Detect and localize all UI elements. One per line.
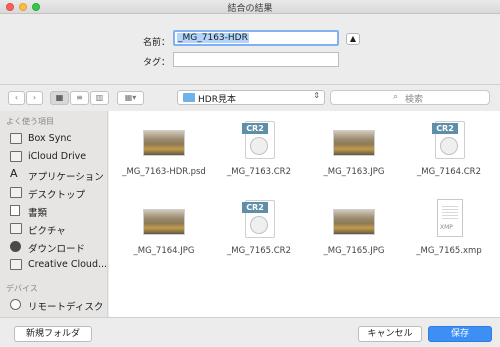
sidebar-item-label: アプリケーション — [28, 172, 104, 183]
file-item[interactable]: _MG_7163.JPG — [309, 115, 399, 203]
chevron-updown-icon: ⇕ — [313, 91, 320, 100]
sidebar-item-label: デスクトップ — [28, 190, 86, 201]
arrange-icon: ▦▾ — [124, 93, 137, 102]
folder-icon — [183, 93, 195, 102]
file-item[interactable]: _MG_7164.JPG — [119, 194, 209, 282]
sidebar-item-downloads[interactable]: ダウンロード — [10, 239, 107, 255]
disk-icon — [10, 299, 21, 310]
grid-icon: ▦ — [55, 93, 64, 102]
file-name: _MG_7165.JPG — [323, 246, 385, 256]
sidebar-item-icloud-drive[interactable]: iCloud Drive — [10, 149, 107, 165]
downloads-icon — [10, 241, 21, 252]
raw-badge: CR2 — [432, 123, 458, 134]
search-input[interactable]: ⌕ 検索 — [330, 90, 490, 105]
columns-icon: ▥ — [95, 93, 104, 102]
name-field[interactable]: _MG_7163-HDR — [173, 30, 339, 46]
column-view-button[interactable]: ▥ — [90, 91, 109, 105]
image-thumbnail — [333, 130, 375, 156]
expand-dialog-button[interactable]: ▲ — [346, 33, 360, 45]
camera-lens-icon — [440, 137, 458, 155]
file-name: _MG_7163-HDR.psd — [122, 167, 206, 177]
sidebar-item-label: Creative Cloud... — [28, 259, 108, 270]
sidebar-item-label: ダウンロード — [28, 244, 86, 255]
location-popup[interactable]: HDR見本 ⇕ — [177, 90, 325, 105]
file-item[interactable]: CR2 _MG_7163.CR2 — [214, 115, 304, 203]
list-view-button[interactable]: ≡ — [70, 91, 89, 105]
toolbar: ‹ › ▦ ≡ ▥ ▦▾ HDR見本 ⇕ ⌕ 検索 — [0, 84, 500, 110]
sidebar-item-label: Box Sync — [28, 133, 72, 144]
devices-header: デバイス — [6, 284, 38, 293]
xmp-badge: XMP — [440, 224, 453, 231]
cancel-button[interactable]: キャンセル — [358, 326, 422, 342]
sidebar-item-documents[interactable]: 書類 — [10, 203, 107, 219]
location-label: HDR見本 — [198, 95, 236, 105]
sidebar-item-creative-cloud[interactable]: Creative Cloud... — [10, 257, 108, 273]
raw-badge: CR2 — [242, 202, 268, 213]
folder-icon — [10, 133, 22, 144]
sidebar-item-label: ピクチャ — [28, 226, 66, 237]
search-placeholder: 検索 — [405, 95, 424, 105]
file-name: _MG_7163.JPG — [323, 167, 385, 177]
documents-icon — [10, 205, 20, 216]
file-item[interactable]: XMP _MG_7165.xmp — [404, 194, 494, 282]
image-thumbnail — [143, 209, 185, 235]
sidebar: よく使う項目 Box Sync iCloud Drive A アプリケーション … — [0, 111, 108, 317]
list-icon: ≡ — [76, 93, 83, 102]
image-thumbnail — [143, 130, 185, 156]
cloud-icon — [10, 151, 22, 162]
arrange-button[interactable]: ▦▾ — [117, 91, 144, 105]
sidebar-item-remote-disc[interactable]: リモートディスク — [10, 297, 107, 313]
title-bar: 結合の結果 — [0, 0, 500, 14]
save-button[interactable]: 保存 — [428, 326, 492, 342]
file-name: _MG_7165.CR2 — [226, 246, 291, 256]
chevron-up-icon: ▲ — [349, 34, 357, 43]
name-label: 名前： — [142, 38, 170, 48]
sidebar-item-label: 書類 — [28, 208, 48, 219]
file-name: _MG_7163.CR2 — [226, 167, 291, 177]
new-folder-button[interactable]: 新規フォルダ — [14, 326, 92, 342]
search-icon: ⌕ — [393, 92, 399, 102]
file-item[interactable]: CR2 _MG_7165.CR2 — [214, 194, 304, 282]
text-lines-icon — [442, 204, 458, 220]
file-item[interactable]: _MG_7165.JPG — [309, 194, 399, 282]
pictures-icon — [10, 223, 22, 234]
sidebar-item-desktop[interactable]: デスクトップ — [10, 185, 107, 201]
name-field-value: _MG_7163-HDR — [177, 33, 249, 43]
sidebar-item-label: リモートディスク — [28, 302, 104, 313]
file-item[interactable]: CR2 _MG_7164.CR2 — [404, 115, 494, 203]
file-name: _MG_7164.CR2 — [416, 167, 481, 177]
back-button[interactable]: ‹ — [8, 91, 25, 105]
camera-lens-icon — [250, 216, 268, 234]
desktop-icon — [10, 187, 22, 198]
chevron-left-icon: ‹ — [14, 93, 19, 102]
file-item[interactable]: _MG_7163-HDR.psd — [119, 115, 209, 203]
file-browser: _MG_7163-HDR.psd CR2 _MG_7163.CR2 _MG_71… — [109, 111, 500, 317]
tag-label: タグ： — [142, 58, 170, 68]
file-name: _MG_7164.JPG — [133, 246, 195, 256]
favorites-header: よく使う項目 — [6, 117, 54, 126]
forward-button[interactable]: › — [26, 91, 43, 105]
camera-lens-icon — [250, 137, 268, 155]
bottom-bar: 新規フォルダ キャンセル 保存 — [0, 317, 500, 347]
raw-badge: CR2 — [242, 123, 268, 134]
sidebar-item-box-sync[interactable]: Box Sync — [10, 131, 107, 147]
window-title: 結合の結果 — [227, 4, 273, 14]
folder-icon — [10, 259, 22, 270]
icon-view-button[interactable]: ▦ — [50, 91, 69, 105]
sidebar-item-pictures[interactable]: ピクチャ — [10, 221, 107, 237]
file-name: _MG_7165.xmp — [416, 246, 482, 256]
chevron-right-icon: › — [32, 93, 37, 102]
sidebar-item-label: iCloud Drive — [28, 151, 87, 162]
image-thumbnail — [333, 209, 375, 235]
applications-icon: A — [10, 167, 18, 180]
sidebar-item-applications[interactable]: A アプリケーション — [10, 167, 107, 183]
tag-field[interactable] — [173, 52, 339, 67]
